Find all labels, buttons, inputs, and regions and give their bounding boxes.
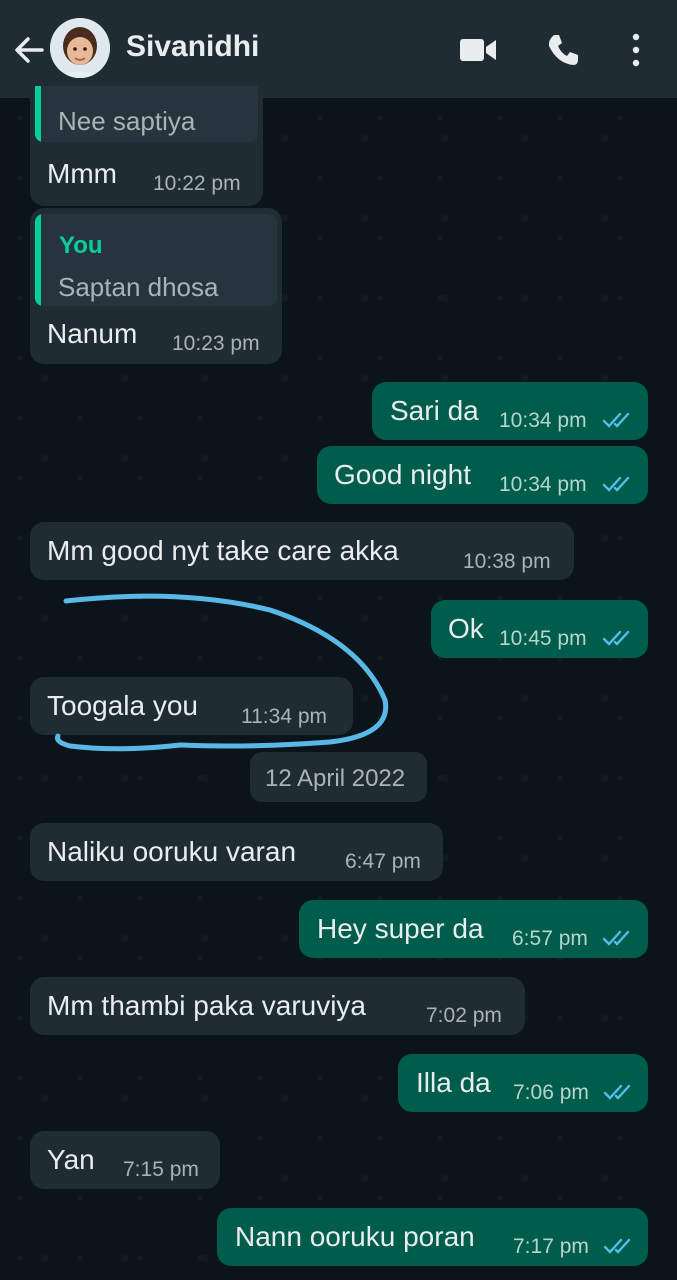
phone-icon[interactable]: [545, 32, 581, 68]
more-vert-icon[interactable]: [626, 32, 646, 68]
message-time: 7:15 pm: [123, 1158, 199, 1181]
contact-name[interactable]: Sivanidhi: [126, 30, 259, 64]
avatar-image: [50, 18, 110, 78]
message-time: 10:38 pm: [463, 550, 551, 573]
back-arrow-icon[interactable]: [12, 33, 46, 67]
message-text: Mm thambi paka varuviya: [47, 990, 367, 1021]
message-time: 10:34 pm: [499, 473, 587, 496]
message-text: Toogala you: [47, 690, 199, 721]
read-ticks-icon: [602, 630, 630, 646]
read-ticks-icon: [603, 1084, 631, 1100]
message-bubble-outgoing[interactable]: Good night 10:34 pm: [317, 446, 648, 504]
message-text: Mm good nyt take care akka: [47, 535, 399, 566]
message-time: 7:06 pm: [513, 1081, 589, 1104]
message-time: 10:34 pm: [499, 409, 587, 432]
message-time: 11:34 pm: [241, 705, 327, 728]
quoted-message[interactable]: You Saptan dhosa: [35, 214, 277, 306]
avatar[interactable]: [50, 18, 110, 78]
message-bubble-incoming[interactable]: Yan 7:15 pm: [30, 1131, 220, 1189]
message-bubble-outgoing[interactable]: Sari da 10:34 pm: [372, 382, 648, 440]
message-text: Sari da: [390, 395, 479, 426]
message-bubble-outgoing[interactable]: Hey super da 6:57 pm: [299, 900, 648, 958]
message-text: Yan: [47, 1144, 95, 1175]
date-divider: 12 April 2022: [250, 752, 427, 802]
read-ticks-icon: [602, 930, 630, 946]
message-bubble-incoming[interactable]: Toogala you 11:34 pm: [30, 677, 353, 735]
quoted-message[interactable]: Nee saptiya: [35, 86, 258, 142]
message-bubble-incoming[interactable]: Naliku ooruku varan 6:47 pm: [30, 823, 443, 881]
quoted-author: You: [59, 232, 103, 259]
message-text: Illa da: [416, 1067, 491, 1098]
message-time: 10:23 pm: [172, 332, 260, 355]
message-text: Good night: [334, 459, 471, 490]
message-time: 6:57 pm: [512, 927, 588, 950]
message-bubble-incoming[interactable]: Nee saptiya Mmm 10:22 pm: [30, 86, 263, 206]
message-text: Naliku ooruku varan: [47, 836, 297, 867]
message-bubble-incoming[interactable]: Mm good nyt take care akka 10:38 pm: [30, 522, 574, 580]
quoted-text: Nee saptiya: [58, 106, 196, 136]
message-time: 6:47 pm: [345, 850, 421, 873]
chat-header: Sivanidhi: [0, 0, 677, 98]
message-bubble-outgoing[interactable]: Illa da 7:06 pm: [398, 1054, 648, 1112]
message-text: Nann ooruku poran: [235, 1221, 475, 1252]
date-divider-label: 12 April 2022: [265, 765, 406, 792]
message-text: Hey super da: [317, 913, 484, 944]
message-time: 10:45 pm: [499, 627, 587, 650]
message-text: Ok: [448, 613, 484, 644]
message-text: Mmm: [47, 158, 117, 189]
read-ticks-icon: [603, 1238, 631, 1254]
message-bubble-incoming[interactable]: You Saptan dhosa Nanum 10:23 pm: [30, 208, 282, 364]
message-bubble-outgoing[interactable]: Nann ooruku poran 7:17 pm: [217, 1208, 648, 1266]
quoted-text: Saptan dhosa: [58, 272, 219, 302]
message-bubble-outgoing[interactable]: Ok 10:45 pm: [431, 600, 648, 658]
message-time: 7:02 pm: [426, 1004, 502, 1027]
quote-accent-bar: [35, 86, 41, 142]
read-ticks-icon: [602, 476, 630, 492]
read-ticks-icon: [602, 412, 630, 428]
message-text: Nanum: [47, 318, 138, 349]
quote-accent-bar: [35, 214, 41, 306]
video-call-icon[interactable]: [458, 35, 498, 65]
message-time: 7:17 pm: [513, 1235, 589, 1258]
message-bubble-incoming[interactable]: Mm thambi paka varuviya 7:02 pm: [30, 977, 525, 1035]
message-time: 10:22 pm: [153, 172, 241, 195]
